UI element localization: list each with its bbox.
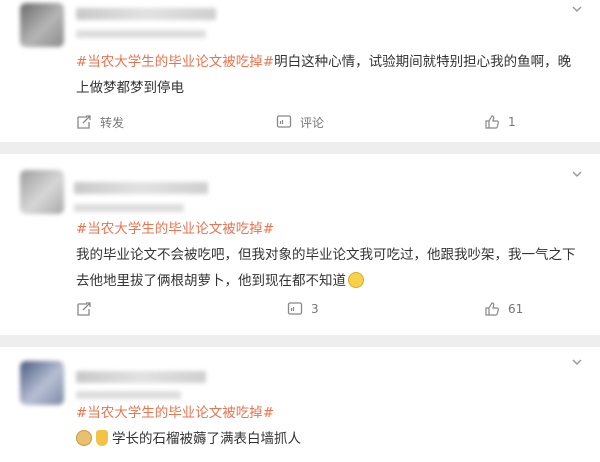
chevron-down-icon[interactable] xyxy=(572,357,582,367)
comment-card-1: #当农大学生的毕业论文被吃掉#明白这种心情，试验期间就特别担心我的鱼啊，晚上做梦… xyxy=(0,0,600,142)
like-button[interactable]: 1 xyxy=(484,109,516,135)
username-blurred[interactable] xyxy=(76,371,206,383)
like-icon xyxy=(485,115,499,129)
username-blurred[interactable] xyxy=(74,182,208,194)
comment-icon xyxy=(287,302,303,315)
avatar[interactable] xyxy=(20,170,64,214)
comment-label: 评论 xyxy=(300,115,325,130)
comment-text: #当农大学生的毕业论文被吃掉# 学长的石榴被薅了满表白墙抓人 xyxy=(76,400,581,452)
comment-icon xyxy=(276,115,292,128)
smile-emoji xyxy=(348,272,364,288)
repost-icon xyxy=(77,115,91,129)
timestamp-blurred xyxy=(74,204,184,212)
like-icon xyxy=(485,302,499,316)
comment-actions: 转发 评论 1 xyxy=(0,109,600,135)
divider xyxy=(0,335,600,347)
repost-button[interactable] xyxy=(76,296,100,322)
chevron-down-icon[interactable] xyxy=(572,4,582,14)
chevron-down-icon[interactable] xyxy=(572,169,582,179)
username-blurred[interactable] xyxy=(76,8,216,20)
comment-text: #当农大学生的毕业论文被吃掉#明白这种心情，试验期间就特别担心我的鱼啊，晚上做梦… xyxy=(76,49,581,101)
divider xyxy=(0,142,600,154)
repost-label: 转发 xyxy=(100,115,125,130)
comment-card-2: #当农大学生的毕业论文被吃掉# 我的毕业论文不会被吃吧，但我对象的毕业论文我可吃过… xyxy=(0,154,600,335)
comment-body: 我的毕业论文不会被吃吧，但我对象的毕业论文我可吃过，他跟我吵架，我一气之下去他地… xyxy=(76,247,576,289)
like-count: 61 xyxy=(508,302,524,316)
comment-button[interactable]: 3 xyxy=(287,296,319,322)
repost-icon xyxy=(77,302,91,316)
comment-card-3: #当农大学生的毕业论文被吃掉# 学长的石榴被薅了满表白墙抓人 xyxy=(0,347,600,462)
avatar[interactable] xyxy=(20,3,64,47)
like-count: 1 xyxy=(508,115,516,129)
like-button[interactable]: 61 xyxy=(484,296,523,322)
thumbs-up-emoji xyxy=(96,430,108,446)
comment-count: 3 xyxy=(311,302,319,316)
repost-button[interactable]: 转发 xyxy=(76,109,124,135)
comment-text: #当农大学生的毕业论文被吃掉# 我的毕业论文不会被吃吧，但我对象的毕业论文我可吃过… xyxy=(76,216,581,294)
avatar[interactable] xyxy=(20,361,64,405)
timestamp-blurred xyxy=(76,391,181,399)
comment-button[interactable]: 评论 xyxy=(276,109,324,135)
comment-body: 学长的石榴被薅了满表白墙抓人 xyxy=(112,431,301,447)
topic-link[interactable]: #当农大学生的毕业论文被吃掉# xyxy=(76,221,274,237)
topic-link[interactable]: #当农大学生的毕业论文被吃掉# xyxy=(76,54,274,70)
doge-emoji xyxy=(76,430,92,446)
comment-actions: 3 61 xyxy=(0,296,600,322)
timestamp-blurred xyxy=(76,30,206,38)
topic-link[interactable]: #当农大学生的毕业论文被吃掉# xyxy=(76,405,274,421)
